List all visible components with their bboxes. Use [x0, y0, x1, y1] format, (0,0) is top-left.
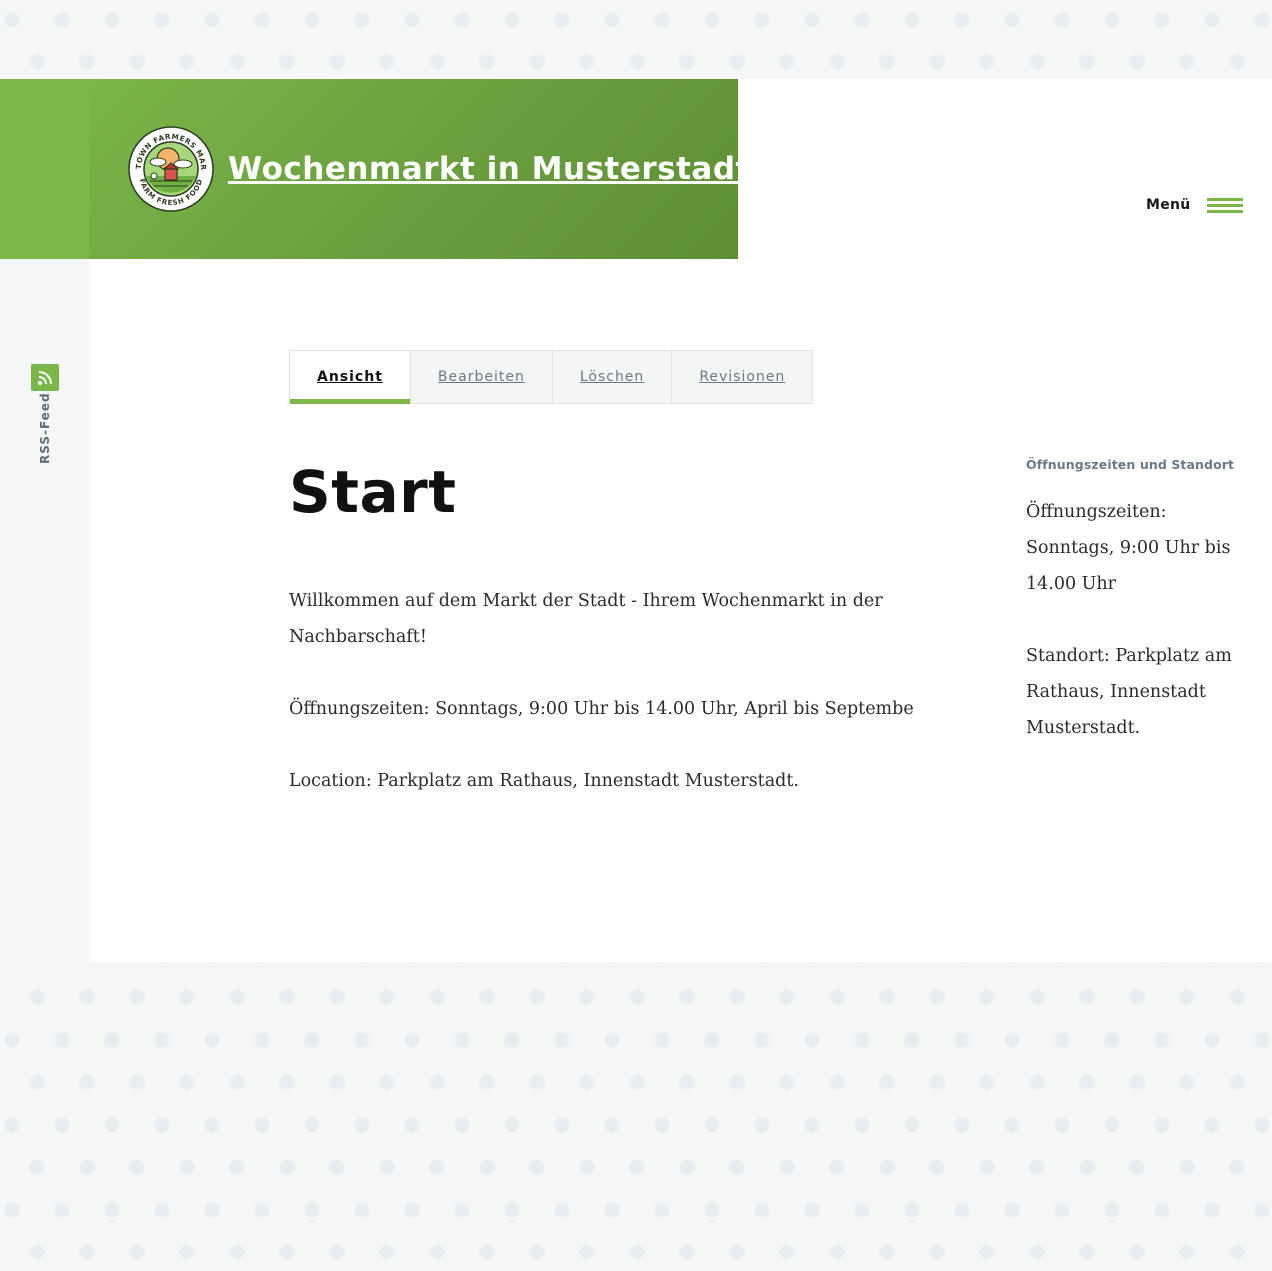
left-rail-header-accent [0, 79, 90, 259]
content-paragraph: Location: Parkplatz am Rathaus, Innensta… [289, 771, 799, 791]
content-paragraph: Öffnungszeiten: Sonntags, 9:00 Uhr bis 1… [289, 699, 914, 719]
site-title[interactable]: Wochenmarkt in Musterstadt [228, 151, 751, 187]
sidebar-heading: Öffnungszeiten und Standort [1026, 457, 1235, 472]
tab-loeschen[interactable]: Löschen [553, 351, 673, 403]
tab-bearbeiten[interactable]: Bearbeiten [411, 351, 553, 403]
site-header-branding: ANYTOWN FARMERS MARKET FARM FRESH FOOD W… [90, 79, 750, 259]
farmers-market-logo[interactable]: ANYTOWN FARMERS MARKET FARM FRESH FOOD [124, 119, 214, 212]
sidebar-body: Öffnungszeiten: Sonntags, 9:00 Uhr bis 1… [1026, 494, 1256, 746]
rss-feed-label: RSS-Feed [38, 392, 52, 464]
main-content: Willkommen auf dem Markt der Stadt - Ihr… [289, 583, 929, 835]
sidebar-paragraph: Öffnungszeiten: Sonntags, 9:00 Uhr bis 1… [1026, 502, 1231, 594]
menu-hamburger-icon [1206, 195, 1243, 215]
page-background-pattern [0, 0, 1272, 79]
rss-feed-link[interactable]: RSS-Feed [31, 364, 59, 464]
tab-revisionen[interactable]: Revisionen [672, 351, 812, 403]
tab-ansicht[interactable]: Ansicht [290, 351, 411, 404]
content-paragraph: Willkommen auf dem Markt der Stadt - Ihr… [289, 591, 883, 647]
page-title: Start [289, 458, 457, 526]
rss-icon [31, 364, 59, 391]
sidebar-paragraph: Standort: Parkplatz am Rathaus, Innensta… [1026, 646, 1232, 738]
menu-label: Menü [1146, 197, 1191, 213]
sidebar-block-hours-location: Öffnungszeiten und Standort Öffnungszeit… [1026, 457, 1256, 782]
local-tasks-tabs: Ansicht Bearbeiten Löschen Revisionen [289, 350, 814, 404]
logo-emblem-icon: ANYTOWN FARMERS MARKET FARM FRESH FOOD [124, 119, 214, 212]
menu-button[interactable]: Menü [1146, 190, 1243, 220]
